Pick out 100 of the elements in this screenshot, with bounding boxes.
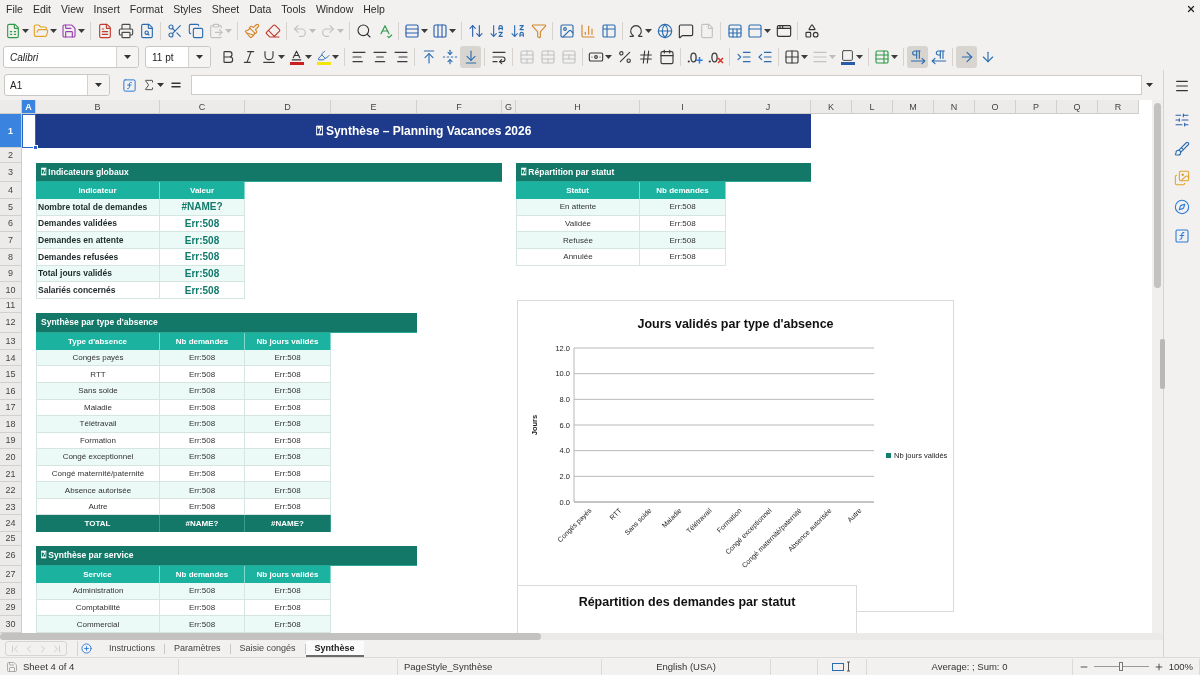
row-header[interactable]: 20	[0, 449, 22, 466]
row-header[interactable]: 1	[0, 114, 22, 148]
cell-cursor[interactable]	[22, 114, 36, 148]
sheet-tab[interactable]: Instructions	[100, 640, 165, 657]
column-header[interactable]: R	[1098, 100, 1139, 114]
menu-item[interactable]: Insert	[88, 1, 125, 17]
brush-icon	[1174, 141, 1190, 157]
column-header[interactable]: Q	[1057, 100, 1098, 114]
column-header[interactable]: D	[245, 100, 331, 114]
text-left-to-right-button[interactable]	[956, 46, 977, 68]
close-icon	[1186, 4, 1196, 14]
table-cell: Err:508	[160, 449, 245, 466]
sidebar-handle[interactable]	[1160, 339, 1165, 389]
caret-icon	[856, 55, 863, 59]
row-header[interactable]: 26	[0, 545, 22, 566]
font-size-box[interactable]: 11 pt	[145, 46, 211, 68]
column-header[interactable]: J	[726, 100, 811, 114]
name-box[interactable]: A1	[4, 74, 110, 96]
menu-item[interactable]: Styles	[168, 1, 207, 17]
column-header[interactable]: O	[975, 100, 1016, 114]
menu-item[interactable]: Data	[244, 1, 277, 17]
row-header[interactable]: 12	[0, 312, 22, 333]
align-center-icon	[371, 49, 388, 65]
column-header[interactable]: A	[22, 100, 36, 114]
formula-input[interactable]	[191, 75, 1142, 95]
document-icon	[96, 23, 113, 39]
column-header[interactable]: K	[811, 100, 852, 114]
chart-panel[interactable]	[517, 300, 954, 612]
row-header[interactable]: 10	[0, 282, 22, 299]
column-header[interactable]: C	[160, 100, 245, 114]
fill-handle[interactable]	[33, 145, 38, 150]
font-name-box[interactable]: Calibri	[3, 46, 139, 68]
dropdown-button[interactable]	[87, 75, 109, 95]
table-cell: RTT	[36, 366, 160, 384]
zoom-slider[interactable]	[1094, 662, 1149, 671]
menu-item[interactable]: Window	[310, 1, 359, 17]
align-bottom-button[interactable]	[460, 46, 481, 68]
column-header[interactable]: F	[417, 100, 502, 114]
zoom-in-button[interactable]	[1153, 661, 1164, 672]
sigma-icon	[142, 78, 156, 92]
table-cell: Err:508	[160, 616, 245, 633]
add-sheet-button[interactable]	[77, 641, 94, 656]
sheet-tab[interactable]: Paramètres	[165, 640, 230, 657]
table-cell: Err:508	[160, 482, 245, 499]
caret-icon	[22, 29, 29, 33]
menu-item[interactable]: Edit	[27, 1, 56, 17]
menu-item[interactable]: View	[56, 1, 89, 17]
chevron-bar-left-icon	[9, 642, 21, 655]
scrollbar-thumb[interactable]	[1154, 103, 1161, 288]
row-header[interactable]: 16	[0, 383, 22, 400]
menu-item[interactable]: File	[1, 1, 28, 17]
row-header[interactable]: 24	[0, 515, 22, 532]
table-cell: Err:508	[160, 383, 245, 400]
redo-icon	[320, 23, 336, 39]
left-to-right-button[interactable]	[907, 46, 928, 68]
column-header[interactable]: H	[516, 100, 640, 114]
omega-icon	[628, 23, 644, 39]
menu-icon	[1174, 78, 1190, 94]
column-header[interactable]: P	[1016, 100, 1057, 114]
sheet-tab[interactable]: Synthèse	[305, 640, 364, 657]
close-document-button[interactable]	[1186, 4, 1196, 14]
menu-item[interactable]: Tools	[276, 1, 311, 17]
column-header[interactable]: I	[640, 100, 726, 114]
column-header[interactable]: L	[852, 100, 893, 114]
scrollbar-thumb[interactable]	[0, 633, 541, 640]
row-header[interactable]: 30	[0, 616, 22, 633]
row-header[interactable]: 7	[0, 232, 22, 249]
menu-item[interactable]: Help	[358, 1, 390, 17]
table-cell: En attente	[516, 199, 640, 216]
table-cell: Err:508	[245, 482, 331, 499]
row-header[interactable]: 22	[0, 482, 22, 499]
row-header[interactable]: 18	[0, 416, 22, 433]
column-header[interactable]: N	[934, 100, 975, 114]
caret-icon	[421, 29, 428, 33]
column-header[interactable]: B	[36, 100, 160, 114]
table-cell: #NAME?	[160, 199, 245, 216]
sheet-tab[interactable]: Saisie congés	[230, 640, 305, 657]
zoom-percent: 100%	[1168, 661, 1193, 672]
dropdown-button[interactable]	[188, 47, 210, 67]
caret-icon	[95, 83, 102, 87]
column-header[interactable]: M	[893, 100, 934, 114]
row-header[interactable]: 4	[0, 182, 22, 199]
caret-icon	[332, 55, 339, 59]
slider-thumb[interactable]	[1119, 662, 1124, 671]
table-cell: Err:508	[640, 232, 726, 249]
column-heading: Statut	[516, 182, 640, 199]
row-header[interactable]: 5	[0, 199, 22, 216]
table-cell: Absence autorisée	[36, 482, 160, 499]
table-cell: Err:508	[160, 416, 245, 433]
menu-item[interactable]: Format	[124, 1, 169, 17]
row-header[interactable]: 3	[0, 163, 22, 182]
table-cell: Nombre total de demandes	[36, 199, 160, 216]
chart-panel[interactable]: Répartition des demandes par statut	[517, 585, 857, 633]
column-heading: Valeur	[160, 182, 245, 199]
row-header[interactable]: 15	[0, 366, 22, 384]
dropdown-button[interactable]	[116, 47, 138, 67]
row-header[interactable]: 2	[0, 148, 22, 163]
menu-item[interactable]: Sheet	[206, 1, 245, 17]
column-header[interactable]: E	[331, 100, 417, 114]
column-header[interactable]: G	[502, 100, 516, 114]
